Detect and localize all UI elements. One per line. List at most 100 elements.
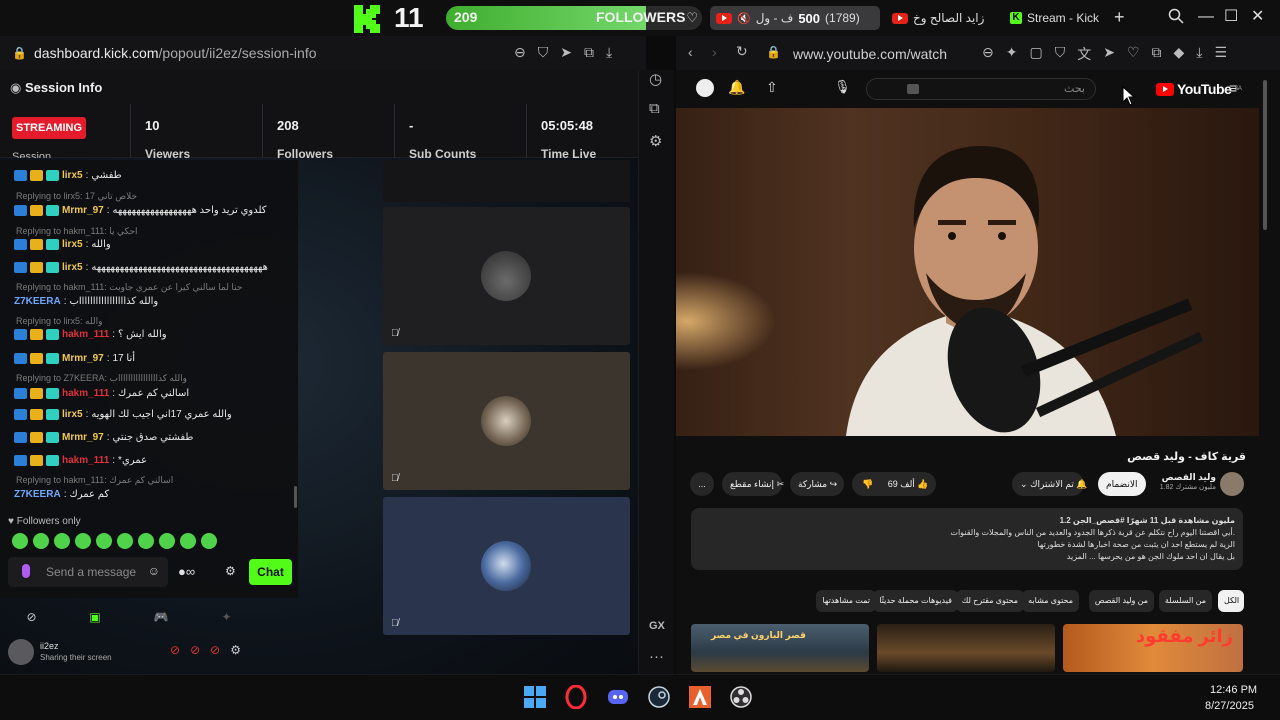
settings-icon[interactable]: ⚙ <box>649 132 662 150</box>
chat-message[interactable]: lirx5: والله <box>14 239 111 250</box>
chip-all[interactable]: الكل <box>1218 590 1244 612</box>
chat-message[interactable]: Mrmr_97:17 أنا <box>14 353 135 364</box>
chat-reply-context[interactable]: Replying to hakm_111: احكي يا <box>16 226 138 237</box>
history-icon[interactable]: ◷ <box>649 70 662 88</box>
emote-icon[interactable] <box>180 533 196 549</box>
chat-input[interactable]: Send a message ☺ <box>8 557 168 587</box>
camera-off-icon[interactable]: ⊘ <box>26 610 36 624</box>
translate-icon[interactable]: 文 <box>1077 44 1091 64</box>
notifications-icon[interactable]: 🔔 <box>728 79 745 96</box>
disabled-icon[interactable]: ✦ <box>221 610 231 624</box>
emoji-icon[interactable]: ☺ <box>148 564 160 578</box>
video-tile[interactable]: 🎙̸ <box>383 352 630 490</box>
snapshot-icon[interactable]: ▢ <box>1029 44 1042 64</box>
maximize-button[interactable]: ☐ <box>1224 8 1238 26</box>
mic-icon[interactable] <box>22 564 30 578</box>
chip[interactable]: من السلسلة <box>1158 590 1212 612</box>
chat-username[interactable]: lirx5 <box>62 409 83 420</box>
mic-off-icon[interactable]: ⊘ <box>190 643 200 657</box>
chip[interactable]: محتوى مقترح لك <box>955 590 1024 612</box>
zoom-out-icon[interactable]: ⊖ <box>982 44 994 64</box>
chat-message[interactable]: lirx5: هههههههههههههههههههههههههههههههههه… <box>14 262 268 273</box>
chat-username[interactable]: lirx5 <box>62 170 83 181</box>
download-icon[interactable]: ⤓ <box>1196 44 1202 64</box>
obs-icon[interactable] <box>729 685 753 709</box>
dislike-icon[interactable]: 👎 <box>862 479 873 489</box>
back-icon[interactable]: ‹ <box>688 44 693 60</box>
emote-icon[interactable] <box>12 533 28 549</box>
video-tile[interactable]: 🎙̸ <box>383 497 630 635</box>
gamepad-icon[interactable]: 🎮 <box>154 610 169 624</box>
chat-send-button[interactable]: Chat <box>249 559 292 585</box>
new-tab-button[interactable]: + <box>1114 8 1125 26</box>
chat-username[interactable]: hakm_111 <box>62 329 109 340</box>
audio-off-icon[interactable]: ⊘ <box>210 643 220 657</box>
windows-start-icon[interactable] <box>523 685 547 709</box>
minimize-button[interactable]: — <box>1198 8 1214 26</box>
tab-youtube[interactable]: زايد الصالح وخ <box>886 6 998 30</box>
chat-message[interactable]: hakm_111: اسالني كم عمرك <box>14 388 189 399</box>
left-url[interactable]: dashboard.kick.com/popout/ii2ez/session-… <box>34 45 317 61</box>
chat-reply-context[interactable]: Replying to hakm_111: حنا لما سالني كيرا… <box>16 282 242 293</box>
emote-icon[interactable] <box>54 533 70 549</box>
chat-message[interactable]: lirx5: طفشي <box>14 170 122 181</box>
chat-username[interactable]: Z7KEERA <box>14 489 61 500</box>
chat-username[interactable]: Mrmr_97 <box>62 205 104 216</box>
chat-username[interactable]: Mrmr_97 <box>62 432 104 443</box>
chat-username[interactable]: lirx5 <box>62 262 83 273</box>
opera-gx-icon[interactable] <box>564 685 588 709</box>
video-tile[interactable]: 🎙̸ <box>383 207 630 345</box>
clip-button[interactable]: إنشاء مقطع ✂ <box>722 472 784 496</box>
send-icon[interactable]: ➤ <box>560 44 572 61</box>
more-actions-button[interactable]: ... <box>690 472 714 496</box>
chat-username[interactable]: lirx5 <box>62 239 83 250</box>
chat-message[interactable]: Mrmr_97: طفشتي صدق جنتي <box>14 432 193 443</box>
emote-icon[interactable] <box>117 533 133 549</box>
keyboard-icon[interactable] <box>907 84 919 94</box>
chip[interactable]: محتوى مشابه <box>1022 590 1079 612</box>
like-button[interactable]: 69 ألف 👍 <box>888 479 929 489</box>
search-icon[interactable]: ⌕ <box>841 82 848 97</box>
heart-icon[interactable]: ♡ <box>1127 44 1140 64</box>
gear-icon[interactable]: ⚙ <box>225 564 236 578</box>
muted-icon[interactable]: 🔇 <box>737 12 751 25</box>
more-icon[interactable]: ··· <box>649 648 664 665</box>
send-icon[interactable]: ➤ <box>1103 44 1115 64</box>
thumbnail[interactable] <box>877 624 1055 672</box>
tab-youtube-active[interactable]: 🔇 ف - ول 500 (1789) <box>710 6 880 30</box>
shield-icon[interactable]: ⛉ <box>538 44 549 61</box>
extensions-icon[interactable]: ⧉ <box>649 100 660 117</box>
shield-icon[interactable]: ⛉ <box>1055 44 1066 64</box>
subscribed-button[interactable]: ⌄ تم الاشتراك 🔔 <box>1012 472 1088 496</box>
app-icon[interactable] <box>688 685 712 709</box>
menu-icon[interactable]: ☰ <box>1214 44 1227 64</box>
zoom-out-icon[interactable]: ⊖ <box>514 44 526 61</box>
gear-icon[interactable]: ⚙ <box>230 643 241 657</box>
chat-message[interactable]: Z7KEERA: كم عمرك <box>14 489 109 500</box>
search-icon[interactable] <box>1168 8 1184 24</box>
channel-avatar[interactable] <box>1220 472 1244 496</box>
thumbnail[interactable]: قصر البارون في مصر <box>691 624 869 672</box>
chat-scrollbar[interactable] <box>294 486 297 508</box>
chip[interactable]: من وليد القصص <box>1088 590 1154 612</box>
pin-icon[interactable]: ✦ <box>1006 44 1018 64</box>
infinity-icon[interactable]: ●∞ <box>178 564 195 579</box>
chat-reply-context[interactable]: Replying to Z7KEERA: والله كذااااااااااا… <box>16 373 187 384</box>
discord-icon[interactable] <box>606 685 630 709</box>
close-button[interactable]: ✕ <box>1251 8 1264 26</box>
forward-icon[interactable]: › <box>712 44 717 60</box>
chip[interactable]: تمت مشاهدتها <box>816 590 876 612</box>
chat-username[interactable]: hakm_111 <box>62 455 109 466</box>
chat-reply-context[interactable]: Replying to lirx5: 17 خلاص تاني <box>16 191 137 202</box>
avatar[interactable] <box>696 79 714 97</box>
youtube-search-input[interactable]: ⌕ بحث <box>841 78 1096 100</box>
chat-message[interactable]: Mrmr_97: كلدوي تريد واحد هههههههههههههههه… <box>14 205 267 216</box>
join-button[interactable]: الانضمام <box>1098 472 1146 496</box>
chat-reply-context[interactable]: Replying to lirx5: والله <box>16 316 102 327</box>
camera-off-icon[interactable]: ⊘ <box>170 643 180 657</box>
extensions-icon[interactable]: ⧉ <box>584 44 594 61</box>
tab-kick[interactable]: K Stream - Kick <box>1004 6 1106 30</box>
chip[interactable]: فيديوهات محملة حديثًا <box>873 590 958 612</box>
emote-icon[interactable] <box>159 533 175 549</box>
thumbnail[interactable]: زائر مفقود <box>1063 624 1243 672</box>
